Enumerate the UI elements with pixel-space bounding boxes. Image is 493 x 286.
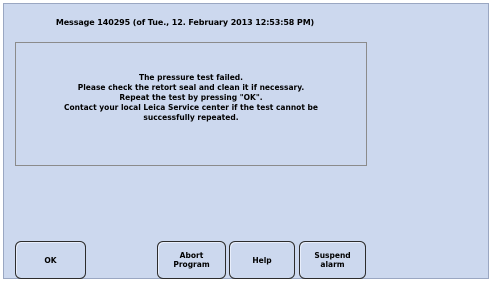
- ok-button[interactable]: OK: [15, 241, 86, 279]
- message-line: Please check the retort seal and clean i…: [77, 83, 305, 92]
- message-line: The pressure test failed.: [138, 73, 244, 82]
- message-line: Contact your local Leica Service center …: [64, 103, 318, 112]
- suspend-alarm-label-line-1: Suspend: [314, 251, 351, 260]
- message-line: successfully repeated.: [143, 113, 239, 122]
- message-box: The pressure test failed. Please check t…: [15, 42, 367, 166]
- message-title: Message 140295 (of Tue., 12. February 20…: [55, 18, 315, 27]
- ok-button-label: OK: [44, 255, 57, 265]
- alarm-dialog-screen: Message 140295 (of Tue., 12. February 20…: [3, 3, 489, 279]
- message-text: The pressure test failed. Please check t…: [16, 73, 366, 123]
- abort-program-label-line-2: Program: [173, 260, 210, 269]
- abort-program-label-line-1: Abort: [179, 251, 204, 260]
- help-button[interactable]: Help: [229, 241, 295, 279]
- help-button-label: Help: [252, 255, 272, 265]
- message-line: Repeat the test by pressing "OK".: [119, 93, 263, 102]
- abort-program-button[interactable]: Abort Program: [157, 241, 226, 279]
- suspend-alarm-label-line-2: alarm: [320, 260, 345, 269]
- suspend-alarm-button[interactable]: Suspend alarm: [299, 241, 366, 279]
